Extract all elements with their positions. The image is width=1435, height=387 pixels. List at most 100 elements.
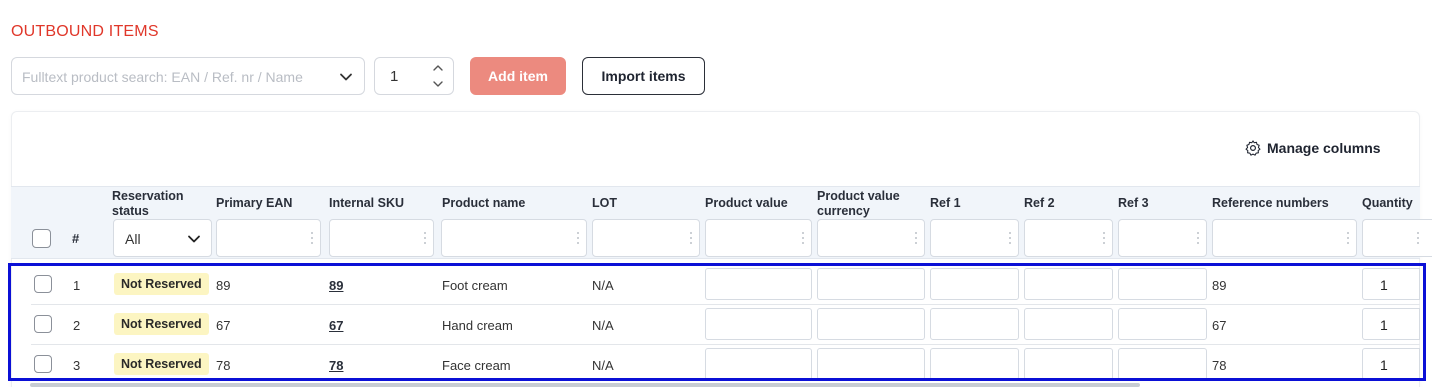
header-reservation-status-line1: Reservation <box>112 189 184 203</box>
header-ref1[interactable]: Ref 1 <box>930 196 961 211</box>
row-divider <box>31 304 1420 305</box>
vertical-dots-icon[interactable] <box>310 231 314 245</box>
select-all-checkbox[interactable] <box>32 229 51 248</box>
row-ean: 78 <box>216 358 231 373</box>
vertical-dots-icon[interactable] <box>1102 231 1106 245</box>
row-checkbox[interactable] <box>34 315 52 333</box>
row-quantity-input[interactable]: 1 <box>1362 308 1420 340</box>
product-search-select[interactable]: Fulltext product search: EAN / Ref. nr /… <box>11 57 365 95</box>
header-reference-numbers[interactable]: Reference numbers <box>1212 196 1329 211</box>
filter-lot[interactable] <box>592 219 700 257</box>
row-ref1-input[interactable] <box>930 348 1019 380</box>
chevron-down-icon[interactable] <box>432 78 444 90</box>
chevron-down-icon <box>340 73 352 81</box>
row-ref1-input[interactable] <box>930 268 1019 300</box>
vertical-dots-icon[interactable] <box>423 231 427 245</box>
row-lot: N/A <box>592 358 614 373</box>
row-quantity-value: 1 <box>1380 317 1388 333</box>
status-badge: Not Reserved <box>114 353 209 375</box>
gear-icon <box>1245 140 1261 156</box>
quantity-stepper[interactable]: 1 <box>374 57 454 95</box>
horizontal-scrollbar[interactable] <box>30 383 1140 387</box>
header-number: # <box>72 231 80 246</box>
row-reference-numbers: 89 <box>1212 278 1227 293</box>
row-sku-link[interactable]: 78 <box>329 358 343 373</box>
row-divider <box>31 344 1420 345</box>
row-sku-link[interactable]: 67 <box>329 318 343 333</box>
header-reservation-status[interactable]: Reservation status <box>112 189 184 219</box>
vertical-dots-icon[interactable] <box>1346 231 1350 245</box>
row-quantity-input[interactable]: 1 <box>1362 348 1420 380</box>
vertical-dots-icon[interactable] <box>801 231 805 245</box>
row-ref3-input[interactable] <box>1118 268 1207 300</box>
filter-reference-numbers[interactable] <box>1212 219 1357 257</box>
reservation-status-filter[interactable]: All <box>113 219 212 257</box>
row-index: 1 <box>73 278 81 293</box>
row-reference-numbers: 67 <box>1212 318 1227 333</box>
vertical-dots-icon[interactable] <box>1416 231 1420 245</box>
add-item-button[interactable]: Add item <box>470 57 566 95</box>
status-badge: Not Reserved <box>114 273 209 295</box>
row-product-value-currency-input[interactable] <box>817 268 925 300</box>
manage-columns-button[interactable]: Manage columns <box>1244 139 1381 157</box>
header-ref2[interactable]: Ref 2 <box>1024 196 1055 211</box>
chevron-down-icon <box>188 235 200 243</box>
filter-product-value-currency[interactable] <box>817 219 925 257</box>
product-search-placeholder: Fulltext product search: EAN / Ref. nr /… <box>22 69 303 85</box>
filter-ref2[interactable] <box>1024 219 1113 257</box>
vertical-dots-icon[interactable] <box>1196 231 1200 245</box>
header-product-value-currency-line1: Product value <box>817 189 900 203</box>
header-lot[interactable]: LOT <box>592 196 617 211</box>
row-ref2-input[interactable] <box>1024 308 1113 340</box>
header-product-value[interactable]: Product value <box>705 196 788 211</box>
row-quantity-value: 1 <box>1380 277 1388 293</box>
row-ref3-input[interactable] <box>1118 308 1207 340</box>
row-product-value-currency-input[interactable] <box>817 348 925 380</box>
filter-internal-sku[interactable] <box>329 219 434 257</box>
header-internal-sku[interactable]: Internal SKU <box>329 196 404 211</box>
row-product-value-input[interactable] <box>705 268 812 300</box>
filter-ref3[interactable] <box>1118 219 1207 257</box>
filter-product-name[interactable] <box>441 219 587 257</box>
quantity-stepper-value: 1 <box>390 68 399 85</box>
row-product-value-input[interactable] <box>705 308 812 340</box>
import-items-button[interactable]: Import items <box>582 57 705 95</box>
header-quantity[interactable]: Quantity <box>1362 196 1413 211</box>
vertical-dots-icon[interactable] <box>1008 231 1012 245</box>
status-badge: Not Reserved <box>114 313 209 335</box>
header-primary-ean[interactable]: Primary EAN <box>216 196 292 211</box>
filter-primary-ean[interactable] <box>216 219 321 257</box>
row-ean: 67 <box>216 318 231 333</box>
vertical-dots-icon[interactable] <box>689 231 693 245</box>
row-checkbox[interactable] <box>34 275 52 293</box>
header-product-name[interactable]: Product name <box>442 196 525 211</box>
row-lot: N/A <box>592 278 614 293</box>
vertical-dots-icon[interactable] <box>914 231 918 245</box>
row-quantity-value: 1 <box>1380 357 1388 373</box>
row-lot: N/A <box>592 318 614 333</box>
row-ref2-input[interactable] <box>1024 268 1113 300</box>
vertical-dots-icon[interactable] <box>576 231 580 245</box>
row-ref1-input[interactable] <box>930 308 1019 340</box>
row-checkbox[interactable] <box>34 355 52 373</box>
row-index: 3 <box>73 358 81 373</box>
row-product-name: Foot cream <box>442 278 508 293</box>
header-product-value-currency[interactable]: Product value currency <box>817 189 900 219</box>
manage-columns-label: Manage columns <box>1267 140 1381 156</box>
chevron-up-icon[interactable] <box>432 62 444 74</box>
row-product-value-input[interactable] <box>705 348 812 380</box>
filter-quantity[interactable] <box>1362 219 1432 257</box>
row-reference-numbers: 78 <box>1212 358 1227 373</box>
row-product-name: Hand cream <box>442 318 513 333</box>
row-ean: 89 <box>216 278 231 293</box>
header-product-value-currency-line2: currency <box>817 204 870 218</box>
row-product-value-currency-input[interactable] <box>817 308 925 340</box>
header-ref3[interactable]: Ref 3 <box>1118 196 1149 211</box>
filter-ref1[interactable] <box>930 219 1019 257</box>
row-ref2-input[interactable] <box>1024 348 1113 380</box>
row-quantity-input[interactable]: 1 <box>1362 268 1420 300</box>
filter-product-value[interactable] <box>705 219 812 257</box>
row-ref3-input[interactable] <box>1118 348 1207 380</box>
row-sku-link[interactable]: 89 <box>329 278 343 293</box>
row-product-name: Face cream <box>442 358 511 373</box>
